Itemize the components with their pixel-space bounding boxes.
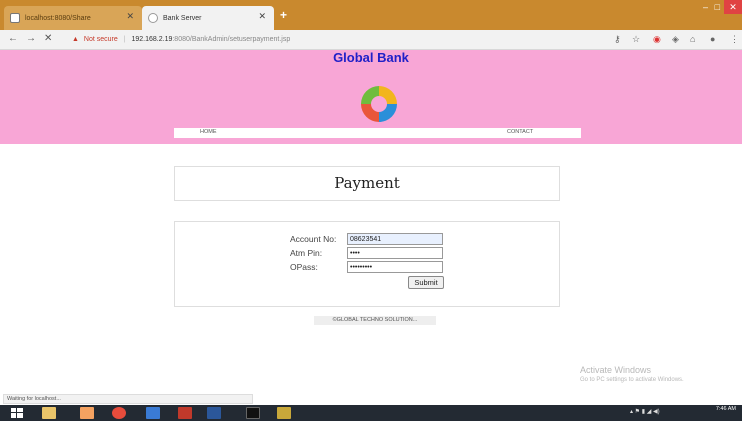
close-icon[interactable]: ✕	[126, 11, 134, 22]
forward-icon[interactable]: →	[26, 33, 36, 44]
tray-icons[interactable]: ▴ ⚑ ▮ ◢ ◀)	[630, 408, 660, 415]
activate-subtitle: Go to PC settings to activate Windows.	[580, 377, 684, 383]
opass-field[interactable]	[347, 261, 443, 273]
word-icon[interactable]	[207, 407, 221, 419]
close-icon[interactable]: ✕	[258, 11, 266, 22]
page-title: Payment	[334, 174, 400, 192]
status-bar: Waiting for localhost...	[3, 394, 253, 404]
profile-icon[interactable]: ●	[710, 34, 715, 44]
taskbar: ▴ ⚑ ▮ ◢ ◀) 7:46 AM	[0, 405, 742, 421]
site-header: Global Bank HOME CONTACT	[0, 50, 742, 144]
nav-home[interactable]: HOME	[200, 129, 217, 135]
page-icon	[10, 13, 20, 23]
site-nav: HOME CONTACT	[174, 128, 581, 138]
separator: |	[123, 36, 126, 43]
tab-localhost[interactable]: localhost:8080/Share ✕	[4, 6, 142, 30]
opass-label: OPass:	[290, 262, 318, 272]
footer-text: ©GLOBAL TECHNO SOLUTION...	[314, 316, 436, 325]
payment-form: Account No: Atm Pin: OPass: Submit	[174, 221, 560, 307]
new-tab-icon[interactable]: +	[280, 8, 287, 22]
submit-button[interactable]: Submit	[408, 276, 444, 289]
minimize-icon[interactable]: –	[703, 2, 708, 12]
extension-icon[interactable]: ⌂	[690, 34, 695, 44]
extension-icon[interactable]: ◈	[672, 34, 679, 45]
pin-field[interactable]	[347, 247, 443, 259]
tab-strip: localhost:8080/Share ✕ Bank Server ✕ + –…	[0, 0, 742, 30]
tab-label: localhost:8080/Share	[25, 14, 91, 22]
tab-bank-server[interactable]: Bank Server ✕	[142, 6, 274, 30]
stop-icon[interactable]: ✕	[44, 33, 52, 44]
account-field[interactable]	[347, 233, 443, 245]
start-icon[interactable]	[10, 407, 24, 419]
clock[interactable]: 7:46 AM	[716, 406, 736, 413]
opass-row: OPass:	[290, 261, 443, 273]
maximize-icon[interactable]: □	[715, 2, 720, 12]
account-label: Account No:	[290, 234, 337, 244]
activate-title: Activate Windows	[580, 365, 652, 375]
back-icon[interactable]: ←	[8, 33, 18, 44]
pin-label: Atm Pin:	[290, 248, 323, 258]
menu-icon[interactable]: ⋮	[730, 34, 739, 45]
url-host: 192.168.2.19	[131, 36, 173, 43]
not-secure-label: Not secure	[83, 36, 118, 43]
payment-title-box: Payment	[174, 166, 560, 201]
browser-window: localhost:8080/Share ✕ Bank Server ✕ + –…	[0, 0, 742, 421]
media-icon[interactable]	[146, 407, 160, 419]
extension-icon[interactable]: ◉	[653, 34, 661, 45]
url-path: :8080/BankAdmin/setuserpayment.jsp	[172, 36, 291, 43]
star-icon[interactable]: ☆	[632, 34, 640, 45]
clock-time: 7:46 AM	[715, 406, 736, 412]
app-icon[interactable]	[80, 407, 94, 419]
file-explorer-icon[interactable]	[42, 407, 56, 419]
pin-row: Atm Pin:	[290, 247, 443, 259]
activate-windows-watermark: Activate Windows Go to PC settings to ac…	[580, 365, 684, 383]
app-icon[interactable]	[178, 407, 192, 419]
nav-contact[interactable]: CONTACT	[507, 129, 533, 135]
app-icon[interactable]	[277, 407, 291, 419]
bank-logo	[361, 86, 397, 122]
chrome-icon[interactable]	[112, 407, 126, 419]
terminal-icon[interactable]	[246, 407, 260, 419]
key-icon[interactable]: ⚷	[614, 34, 621, 45]
account-row: Account No:	[290, 233, 443, 245]
warning-icon: ▲	[72, 36, 79, 43]
window-close-icon[interactable]: ✕	[724, 0, 742, 14]
browser-toolbar: ← → ✕ ▲ Not secure | 192.168.2.19:8080/B…	[0, 30, 742, 50]
tab-label: Bank Server	[163, 14, 202, 22]
site-title: Global Bank	[333, 50, 409, 65]
address-bar[interactable]: ▲ Not secure | 192.168.2.19:8080/BankAdm…	[72, 33, 602, 47]
loading-icon	[148, 13, 158, 23]
